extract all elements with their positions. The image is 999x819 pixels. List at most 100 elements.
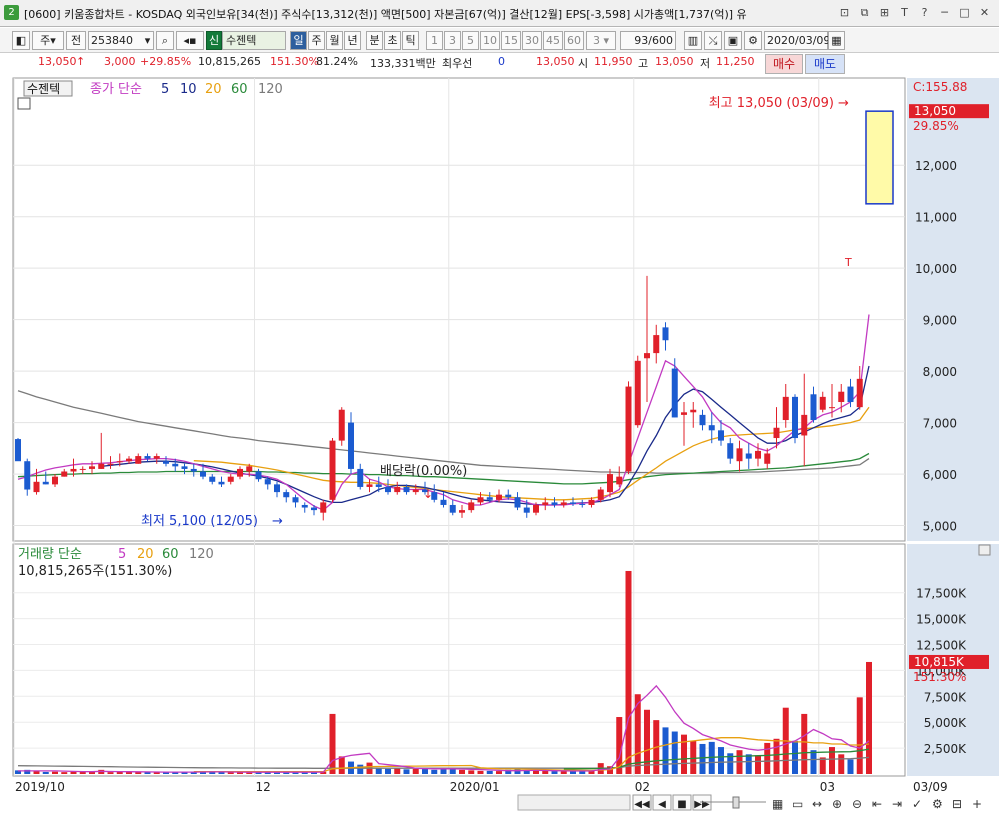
candle-type-icon[interactable]: ▥ [684, 31, 702, 50]
candle-body [764, 453, 771, 464]
chart-tool-icon: ⊕ [832, 797, 842, 811]
volume-bar [671, 731, 678, 774]
x-axis-last-date: 03/09 [913, 780, 948, 794]
price-tick-label: 5,000 [923, 520, 957, 534]
candle-body [79, 468, 86, 470]
minute-option[interactable]: 15 [501, 31, 521, 50]
ma-period-label: 10 [180, 82, 197, 97]
candle-body [237, 468, 243, 477]
search-icon[interactable]: ⌕ [156, 31, 174, 50]
candle-body [634, 360, 641, 426]
candle-body [616, 476, 623, 485]
candle-body [181, 466, 188, 469]
candle-body [533, 504, 539, 513]
volume-tick-label: 5,000K [924, 716, 967, 730]
tab-tick[interactable]: 틱 [402, 31, 419, 50]
new-listing-badge: 신 [206, 31, 222, 50]
help-icon[interactable]: ? [916, 5, 933, 21]
calendar-icon[interactable]: ▦ [828, 31, 845, 50]
nav-button-label: ■ [677, 799, 686, 810]
volume-bar [856, 697, 863, 774]
minute-option[interactable]: 60 [564, 31, 584, 50]
x-axis-label: 02 [635, 780, 650, 794]
tab-weekly[interactable]: 주 [308, 31, 325, 50]
current-price: 13,050 [38, 55, 77, 68]
low-annotation: 최저 5,100 (12/05) [141, 514, 258, 529]
volume-bar [838, 754, 845, 774]
candle-body [838, 391, 845, 403]
volume-ratio: 151.30% [270, 55, 319, 68]
minimize-button[interactable]: ─ [936, 5, 953, 21]
sell-button[interactable]: 매도 [805, 54, 845, 74]
minute-option[interactable]: 30 [522, 31, 542, 50]
up-arrow-icon: ↑ [76, 55, 86, 68]
stock-chart[interactable]: 5,000 6,000 7,000 8,000 9,000 10,000 11,000 12,… [0, 76, 999, 819]
low-arrow-icon: → [272, 514, 283, 529]
link-icon[interactable]: ⊡ [836, 5, 853, 21]
candle-body [89, 466, 95, 469]
code-dropdown-icon[interactable]: ▾ [142, 31, 154, 50]
candle-body [246, 466, 253, 472]
grid-icon[interactable]: ⊞ [876, 5, 893, 21]
minute-option[interactable]: 5 [462, 31, 479, 50]
tab-yearly[interactable]: 년 [344, 31, 361, 50]
candle-body [218, 481, 225, 485]
x-axis-label: 12 [256, 780, 271, 794]
candle-body [681, 412, 687, 415]
maximize-button[interactable]: □ [956, 5, 973, 21]
volume-bar [42, 771, 49, 774]
candle-body [477, 497, 484, 503]
stock-name-field[interactable]: 수젠텍 [222, 31, 286, 50]
font-icon[interactable]: T [896, 5, 913, 21]
tab-minute[interactable]: 분 [366, 31, 383, 50]
candle-body [588, 499, 595, 505]
volume-bar [422, 769, 428, 774]
volume-bar [801, 713, 808, 774]
volume-bar [52, 771, 58, 774]
minute-option[interactable]: 45 [543, 31, 563, 50]
panel-toggle-icon[interactable]: ◧ [12, 31, 30, 50]
trend-tool-icon[interactable]: ⤯ [704, 31, 722, 50]
minute-option[interactable]: 10 [480, 31, 500, 50]
tab-daily[interactable]: 일 [290, 31, 307, 50]
tab-monthly[interactable]: 월 [326, 31, 343, 50]
close-button[interactable]: ✕ [976, 5, 993, 21]
candle-body [33, 481, 40, 493]
volume-tag: 10,815K [914, 655, 965, 669]
candle-body [255, 471, 262, 480]
sound-icon[interactable]: ◂▪ [176, 31, 204, 50]
ma-period-label: 120 [258, 82, 283, 97]
candle-body [375, 484, 382, 487]
volume-bar [560, 771, 567, 774]
calculator-icon [17, 97, 31, 110]
candle-body [644, 353, 650, 359]
candle-body [727, 443, 734, 459]
prev-button[interactable]: 전 [66, 31, 86, 50]
gear-icon[interactable]: ⚙ [744, 31, 762, 50]
data-count-field[interactable]: 93/600 [620, 31, 676, 50]
tab-second[interactable]: 초 [384, 31, 401, 50]
minute-option[interactable]: 1 [426, 31, 443, 50]
candle-body [570, 502, 576, 504]
period-select[interactable]: 주▾ [32, 31, 64, 50]
chart-tool-icon: ⊖ [852, 797, 862, 811]
date-input[interactable]: 2020/03/09 [764, 31, 830, 50]
interval-select[interactable]: 3 ▾ [586, 31, 616, 50]
ma-period-label: 5 [161, 82, 169, 97]
high-arrow-icon: → [838, 96, 849, 111]
minute-option[interactable]: 3 [444, 31, 461, 50]
candle-body [227, 476, 234, 482]
high-label: 고 [638, 57, 649, 70]
priority-value: 0 [498, 55, 505, 68]
volume-bar [829, 747, 835, 774]
x-axis-label: 03 [820, 780, 835, 794]
candle-body [459, 510, 465, 513]
save-icon[interactable]: ▣ [724, 31, 742, 50]
candle-body [274, 484, 280, 493]
x-axis-label: 2020/01 [450, 780, 500, 794]
candle-body [625, 386, 632, 472]
buy-button[interactable]: 매수 [765, 54, 803, 74]
restore-layout-icon[interactable]: ⧉ [856, 5, 873, 21]
candle-body [200, 471, 206, 477]
volume-ma-period-label: 20 [137, 547, 154, 562]
